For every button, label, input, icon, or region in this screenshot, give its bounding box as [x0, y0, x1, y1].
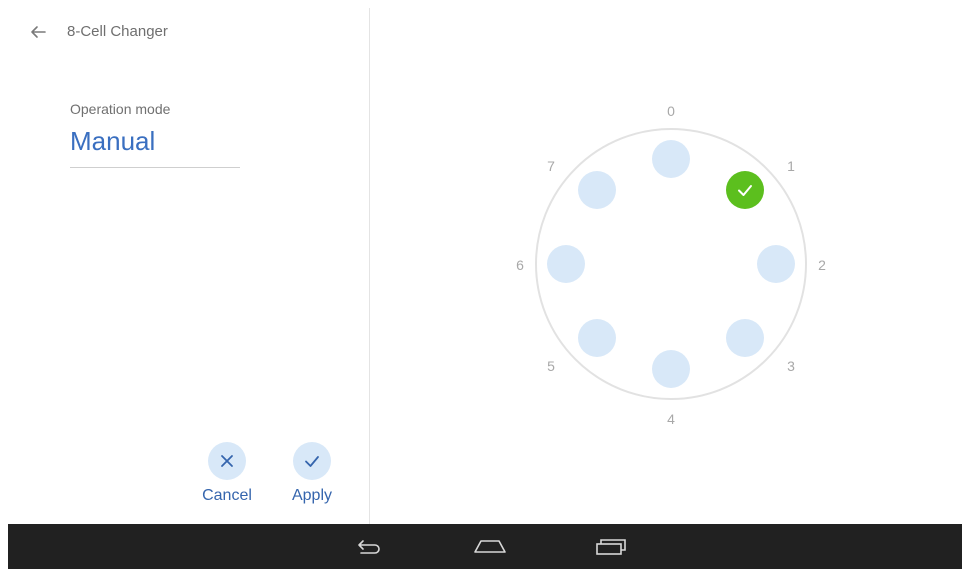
position-label-6: 6	[516, 257, 524, 273]
cell-0[interactable]	[652, 140, 690, 178]
cell-4[interactable]	[652, 350, 690, 388]
cancel-button[interactable]: Cancel	[197, 442, 257, 512]
operation-mode-label: Operation mode	[70, 101, 171, 117]
apply-circle	[293, 442, 331, 480]
cell-7[interactable]	[578, 171, 616, 209]
cell-5[interactable]	[578, 319, 616, 357]
cell-6[interactable]	[547, 245, 585, 283]
position-label-2: 2	[818, 257, 826, 273]
system-nav-bar	[8, 524, 962, 569]
back-icon	[358, 540, 380, 554]
check-icon	[738, 185, 752, 196]
position-label-5: 5	[547, 358, 555, 374]
nav-home-button[interactable]	[471, 530, 511, 562]
apply-button[interactable]: Apply	[282, 442, 342, 512]
page-title: 8-Cell Changer	[67, 23, 168, 40]
cancel-circle	[208, 442, 246, 480]
position-label-1: 1	[787, 158, 795, 174]
settings-panel: 8-Cell Changer Operation mode Manual Can…	[8, 8, 370, 524]
home-icon	[474, 540, 506, 553]
cancel-label: Cancel	[202, 487, 252, 504]
operation-mode-value: Manual	[70, 126, 156, 156]
nav-recent-apps-button[interactable]	[591, 530, 631, 562]
position-label-0: 0	[667, 103, 675, 119]
position-label-7: 7	[547, 158, 555, 174]
cell-3[interactable]	[726, 319, 764, 357]
cell-1[interactable]	[726, 171, 764, 209]
apply-label: Apply	[291, 487, 333, 504]
cell-changer-panel: 0 1 2 3 4 5 6 7	[371, 8, 962, 524]
cell-2[interactable]	[757, 245, 795, 283]
position-label-4: 4	[667, 411, 675, 427]
nav-back-button[interactable]	[349, 530, 389, 562]
position-label-3: 3	[787, 358, 795, 374]
close-icon	[221, 455, 233, 467]
arrow-left-icon	[31, 26, 46, 38]
check-icon	[305, 456, 319, 467]
recent-apps-icon	[596, 539, 626, 555]
operation-mode-select[interactable]: Manual	[70, 124, 240, 168]
back-button[interactable]	[26, 20, 50, 44]
app-screen: 8-Cell Changer Operation mode Manual Can…	[8, 8, 962, 569]
